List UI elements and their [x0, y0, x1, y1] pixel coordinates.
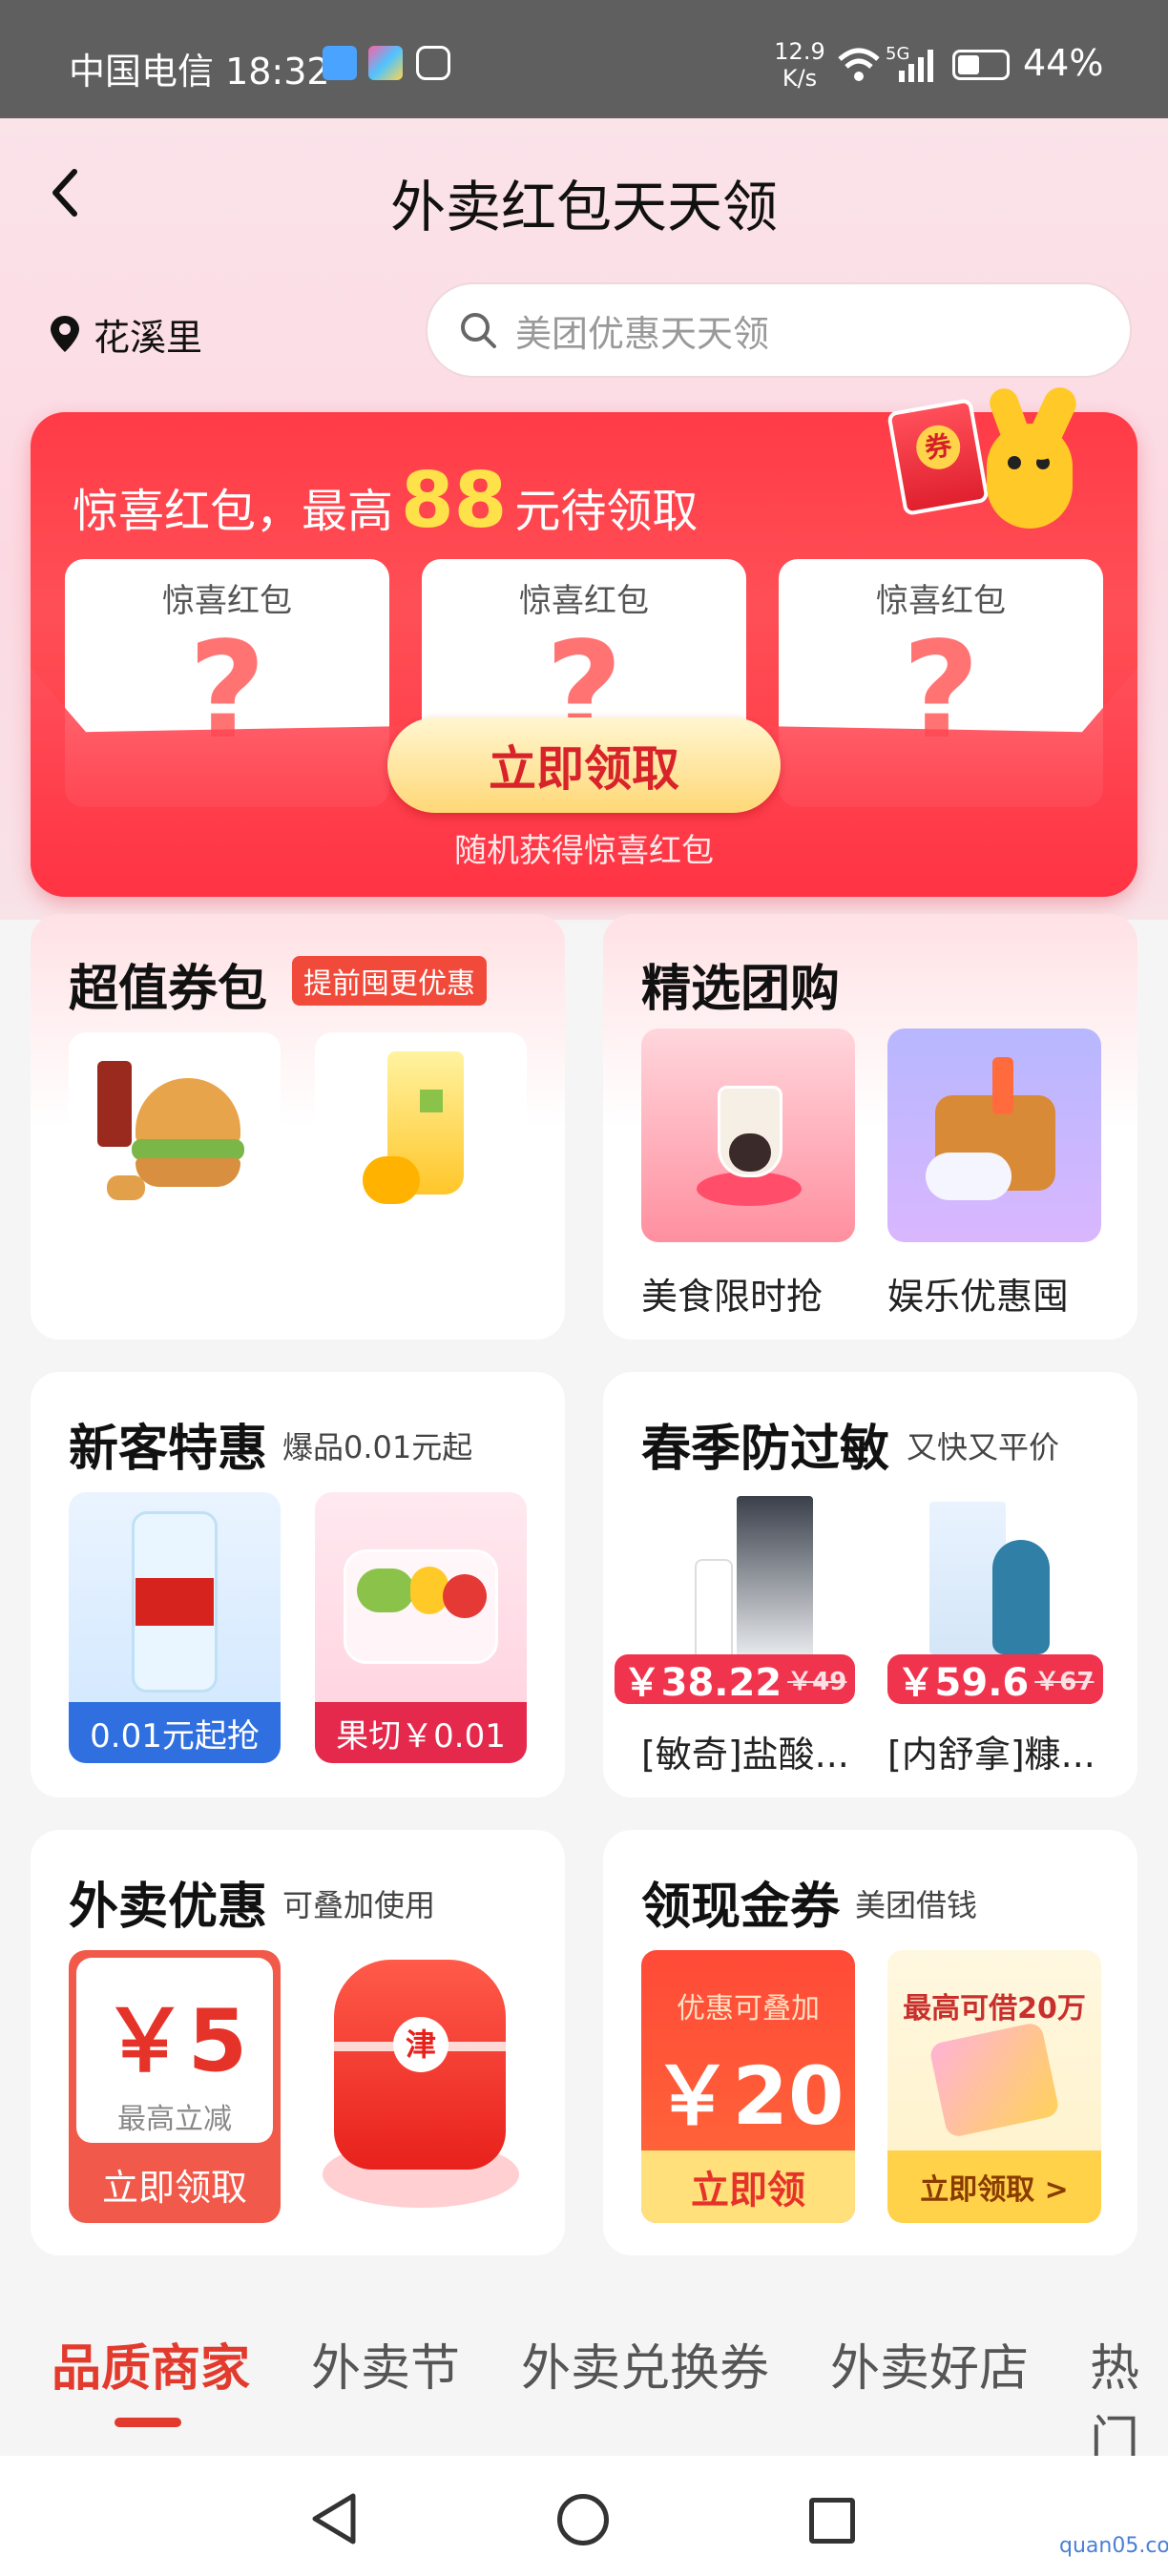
- coupon-amount: ￥5: [101, 1991, 248, 2091]
- loan-offer[interactable]: 最高可借20万 立即领取 >: [887, 1950, 1101, 2223]
- coupon-claim-button[interactable]: 立即领取: [69, 2150, 281, 2217]
- allergy-title: 春季防过敏: [641, 1421, 890, 1478]
- recents-nav-icon[interactable]: [809, 2498, 855, 2544]
- price-badge: 果切￥0.01: [315, 1702, 527, 1763]
- red-packet-amount: 88: [401, 456, 508, 545]
- coupon-pack-title: 超值券包: [69, 961, 268, 1018]
- entertainment-deal-image[interactable]: [887, 1028, 1101, 1242]
- coupon-value: ￥20: [652, 2049, 845, 2143]
- tab-takeout-festival[interactable]: 外卖节: [311, 2328, 460, 2399]
- price-tag: ￥38.22 ￥49: [615, 1654, 855, 1705]
- location-selector[interactable]: 花溪里: [48, 305, 202, 363]
- mango-drink-image[interactable]: [315, 1032, 527, 1223]
- active-tab-indicator: [115, 2418, 181, 2427]
- burger-meal-image[interactable]: [69, 1032, 281, 1223]
- red-envelope-illustration: 津: [315, 1950, 527, 2227]
- coupon-description: 最高立减: [117, 2103, 232, 2136]
- fruit-cut-item[interactable]: 果切￥0.01: [315, 1492, 527, 1763]
- current-price: ￥59.6: [896, 1661, 1030, 1705]
- price-badge: 0.01元起抢: [69, 1702, 281, 1763]
- system-navigation-bar: quan05.com: [0, 2456, 1168, 2576]
- product-name: [敏奇]盐酸...: [641, 1734, 849, 1776]
- new-customer-subtitle: 爆品0.01元起: [282, 1429, 473, 1465]
- hand-icon: [416, 46, 450, 80]
- group-buy-item-label: 美食限时抢: [641, 1276, 824, 1318]
- location-label: 花溪里: [94, 316, 203, 359]
- red-packet-title-post: 元待领取: [514, 485, 699, 538]
- message-icon: [323, 46, 357, 80]
- coupon-badge: 券: [912, 422, 964, 473]
- claim-now-button[interactable]: 立即领取: [387, 717, 781, 813]
- app-icon: [368, 46, 403, 80]
- red-packet-title-pre: 惊喜红包，最高: [73, 485, 394, 538]
- food-flash-sale-image[interactable]: [641, 1028, 855, 1242]
- tab-popular[interactable]: 热门: [1090, 2328, 1168, 2471]
- takeout-deals-subtitle: 可叠加使用: [282, 1887, 436, 1923]
- red-packet-title: 惊喜红包，最高 88 元待领取: [73, 456, 698, 545]
- stackable-label: 优惠可叠加: [677, 1992, 820, 2025]
- loan-limit-label: 最高可借20万: [903, 1992, 1086, 2025]
- status-bar: 中国电信 18:32 12.9 K/s 5G 44%: [0, 0, 1168, 118]
- mascot-illustration: 券: [886, 382, 1101, 557]
- cash-coupon-title: 领现金券: [641, 1879, 841, 1936]
- current-price: ￥38.22: [622, 1661, 782, 1705]
- page-title: 外卖红包天天领: [389, 175, 778, 239]
- watermark: quan05.com: [1059, 2534, 1168, 2558]
- search-placeholder: 美团优惠天天领: [515, 312, 770, 355]
- new-customer-title: 新客特惠: [69, 1421, 268, 1478]
- claim-loan-button[interactable]: 立即领取 >: [887, 2150, 1101, 2223]
- tab-takeout-vouchers[interactable]: 外卖兑换券: [521, 2328, 769, 2399]
- original-price: ￥49: [787, 1667, 847, 1696]
- discount-coupon[interactable]: ￥5 最高立减 立即领取: [69, 1950, 281, 2223]
- location-pin-icon: [51, 316, 79, 352]
- claim-coupon-button[interactable]: 立即领: [641, 2150, 855, 2223]
- water-bottle-item[interactable]: 0.01元起抢: [69, 1492, 281, 1763]
- back-nav-icon[interactable]: [307, 2490, 361, 2547]
- tab-good-stores[interactable]: 外卖好店: [830, 2328, 1029, 2399]
- battery-icon: [952, 50, 1010, 80]
- stackable-coupon[interactable]: 优惠可叠加 ￥20 立即领: [641, 1950, 855, 2223]
- group-buy-title: 精选团购: [641, 961, 841, 1018]
- price-tag: ￥59.6 ￥67: [887, 1654, 1103, 1705]
- cash-coupon-subtitle: 美团借钱: [855, 1887, 978, 1923]
- tab-quality-merchants[interactable]: 品质商家: [52, 2328, 250, 2399]
- original-price: ￥67: [1034, 1667, 1095, 1696]
- signal-icon: [899, 50, 933, 82]
- allergy-subtitle: 又快又平价: [907, 1429, 1060, 1465]
- battery-level: 44%: [1023, 42, 1104, 84]
- net-speed: 12.9 K/s: [774, 38, 825, 92]
- claim-subtext: 随机获得惊喜红包: [454, 832, 714, 870]
- coupon-pack-tag: 提前囤更优惠: [292, 956, 487, 1006]
- carrier-time: 中国电信 18:32: [69, 51, 330, 93]
- wifi-icon: [838, 48, 880, 81]
- search-icon: [461, 313, 496, 348]
- search-input[interactable]: 美团优惠天天领: [426, 282, 1132, 378]
- home-nav-icon[interactable]: [557, 2494, 609, 2545]
- group-buy-item-label: 娱乐优惠囤: [887, 1276, 1070, 1318]
- envelope-seal: 津: [393, 2017, 448, 2072]
- takeout-deals-title: 外卖优惠: [69, 1879, 268, 1936]
- product-name: [内舒拿]糠...: [887, 1734, 1095, 1776]
